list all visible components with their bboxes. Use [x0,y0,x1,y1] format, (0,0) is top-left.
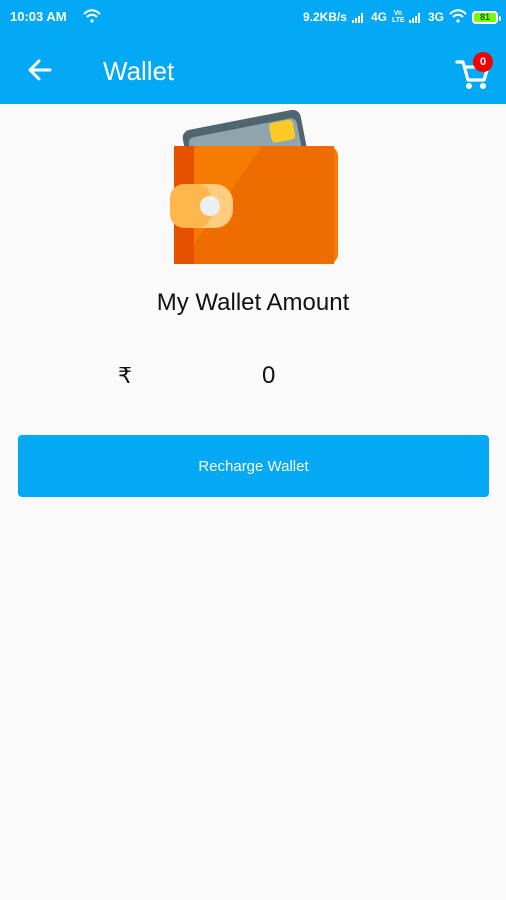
wallet-icon [170,102,342,268]
back-button[interactable] [24,54,56,86]
cart-count-badge: 0 [473,52,493,72]
wifi-icon-right [449,8,467,26]
network-speed: 9.2KB/s [302,10,347,24]
battery-icon: 81 [472,10,501,24]
status-bar: 10:03 AM 9.2KB/s 4G Vo LTE 3G 81 [0,0,506,36]
network-4g-label: 4G [370,10,387,24]
signal-icon [351,11,366,23]
volte-top-label: Vo [393,10,403,17]
currency-symbol: ₹ [118,363,132,388]
volte-bottom-label: LTE [391,17,405,24]
recharge-wallet-button[interactable]: Recharge Wallet [18,435,489,497]
network-3g-label: 3G [427,10,444,24]
page-title: Wallet [103,56,175,86]
wallet-amount-heading: My Wallet Amount [156,289,350,316]
volte-icon: Vo LTE [391,10,405,24]
status-time: 10:03 AM [10,9,67,24]
app-bar: 10:03 AM 9.2KB/s 4G Vo LTE 3G 81 Wallet … [0,0,506,104]
arrow-back-icon [28,59,52,81]
battery-level: 81 [479,12,490,22]
wifi-icon [83,9,101,26]
wallet-amount-value: 0 [262,362,276,389]
signal-icon-secondary [408,11,423,23]
